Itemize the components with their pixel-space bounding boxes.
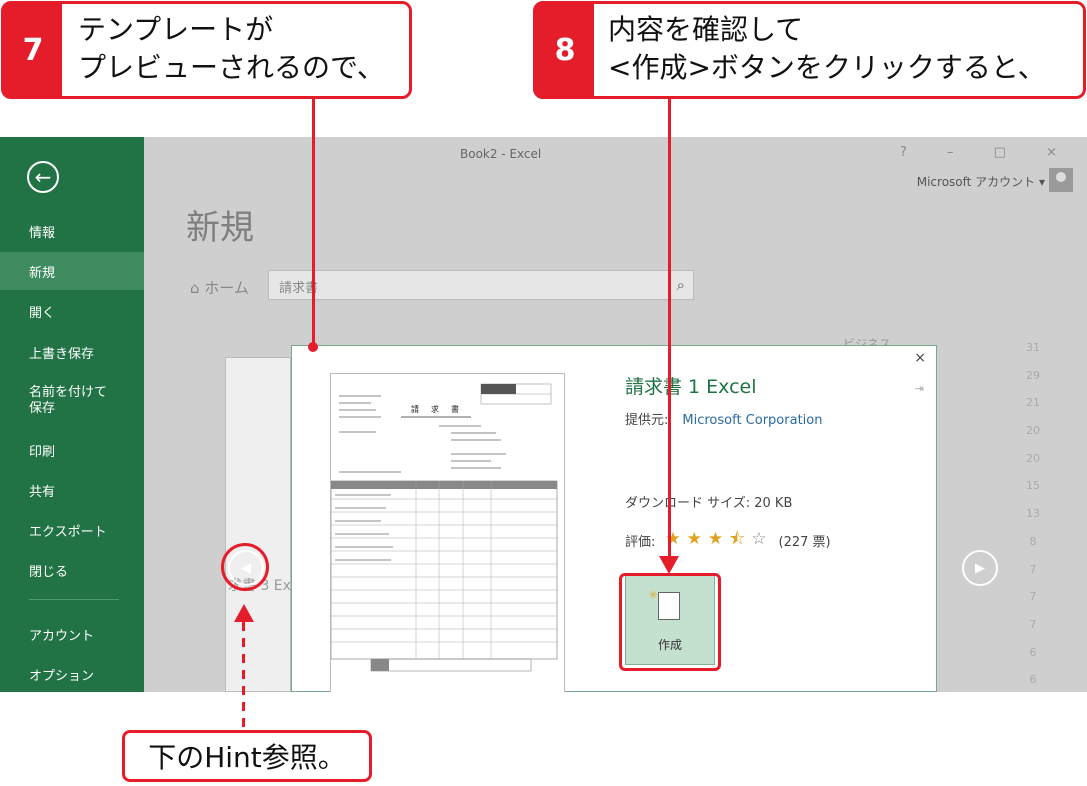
page-title: 新規 (186, 208, 254, 248)
callout-8-leader (668, 99, 671, 559)
rating-stars: ★★★⯪☆ (665, 526, 772, 555)
count-item: 6 (1029, 645, 1037, 659)
count-item: 8 (1029, 534, 1037, 548)
count-item: 7 (1029, 562, 1037, 576)
sidebar-item-export[interactable]: エクスポート (0, 511, 144, 549)
rating-row: 評価: ★★★⯪☆ (227 票) (625, 526, 831, 555)
search-input[interactable]: 請求書 ⌕ (268, 270, 694, 300)
provider-line: 提供元: Microsoft Corporation (625, 409, 822, 428)
provider-value: Microsoft Corporation (682, 413, 823, 428)
template-title: 請求書 1 Excel (625, 376, 757, 398)
window-controls[interactable]: ? – □ × (900, 145, 1075, 160)
callout-7-line1: テンプレートが (78, 13, 274, 46)
callout-8-line1: 内容を確認して (608, 13, 804, 46)
step-number-7: 7 (4, 4, 62, 96)
half-star-icon: ⯪ (729, 529, 752, 549)
rating-label: 評価: (625, 535, 656, 550)
next-template-button[interactable]: ▶ (962, 550, 998, 586)
callout-7-text: テンプレートが プレビューされるので、 (78, 11, 385, 87)
back-arrow-icon[interactable]: ← (27, 161, 59, 193)
excel-window: ← 情報 新規 開く 上書き保存 名前を付けて 保存 印刷 共有 エクスポート … (0, 137, 1087, 692)
invoice-doc-title: 請 求 書 (411, 405, 461, 414)
vote-count: (227 票) (778, 535, 831, 550)
count-item: 6 (1029, 673, 1037, 687)
count-item: 20 (1026, 451, 1040, 465)
sidebar-item-close[interactable]: 閉じる (0, 551, 144, 589)
hint-dashed-line (242, 622, 245, 728)
create-button-highlight (619, 573, 721, 671)
sidebar-item-options[interactable]: オプション (0, 655, 144, 692)
search-icon[interactable]: ⌕ (677, 276, 685, 294)
save-as-line1: 名前を付けて (29, 385, 108, 400)
callout-7-line2: プレビューされるので、 (78, 51, 385, 84)
step-number-8: 8 (536, 4, 594, 96)
template-preview-image: 請 求 書 (330, 373, 565, 692)
window-title: Book2 - Excel (460, 147, 542, 161)
hint-arrowhead (234, 604, 254, 622)
callout-step-7: 7 テンプレートが プレビューされるので、 (1, 1, 412, 99)
category-counts: 31 29 21 20 20 15 13 8 7 7 7 6 6 (1018, 341, 1048, 692)
template-preview-dialog: × 請 求 書 請求書 1 Excel ⇥ 提供元: Microsoft Cor… (291, 345, 937, 692)
hint-callout: 下のHint参照。 (122, 730, 372, 782)
count-item: 31 (1026, 341, 1040, 354)
pin-icon[interactable]: ⇥ (915, 382, 924, 395)
callout-8-arrowhead (659, 556, 679, 574)
count-item: 21 (1026, 396, 1040, 410)
star-icon: ★ (686, 529, 708, 549)
avatar[interactable] (1049, 168, 1073, 192)
callout-8-text: 内容を確認して <作成>ボタンをクリックすると、 (608, 11, 1046, 87)
sidebar-item-save-as[interactable]: 名前を付けて 保存 (0, 379, 144, 423)
count-item: 7 (1029, 617, 1037, 631)
callout-7-leader (312, 99, 315, 347)
sidebar-item-share[interactable]: 共有 (0, 471, 144, 509)
save-as-line2: 保存 (29, 401, 56, 416)
sidebar-item-save[interactable]: 上書き保存 (0, 333, 144, 371)
count-item: 15 (1026, 479, 1040, 493)
count-item: 13 (1026, 507, 1040, 521)
download-size: ダウンロード サイズ: 20 KB (625, 496, 793, 511)
sidebar-item-open[interactable]: 開く (0, 292, 144, 330)
callout-7-dot (308, 342, 318, 352)
count-item: 7 (1029, 590, 1037, 604)
account-label[interactable]: Microsoft アカウント ▾ (917, 173, 1045, 190)
sidebar-item-info[interactable]: 情報 (0, 212, 144, 250)
count-item: 29 (1026, 368, 1040, 382)
home-link[interactable]: ⌂ ホーム (190, 277, 249, 298)
sidebar-item-new[interactable]: 新規 (0, 252, 144, 290)
empty-star-icon: ☆ (751, 529, 773, 549)
invoice-preview-graphic (330, 383, 558, 672)
sidebar-divider (29, 599, 119, 600)
sidebar-item-account[interactable]: アカウント (0, 615, 144, 653)
background-template-thumbnail[interactable] (225, 357, 291, 692)
callout-step-8: 8 内容を確認して <作成>ボタンをクリックすると、 (533, 1, 1086, 99)
backstage-sidebar: ← 情報 新規 開く 上書き保存 名前を付けて 保存 印刷 共有 エクスポート … (0, 137, 144, 692)
close-icon[interactable]: × (914, 350, 926, 366)
callout-8-line2: <作成>ボタンをクリックすると、 (608, 51, 1046, 84)
provider-label: 提供元: (625, 413, 669, 428)
prev-button-highlight (221, 543, 269, 591)
sidebar-item-print[interactable]: 印刷 (0, 431, 144, 469)
star-icon: ★ (707, 529, 730, 549)
count-item: 20 (1026, 424, 1040, 438)
